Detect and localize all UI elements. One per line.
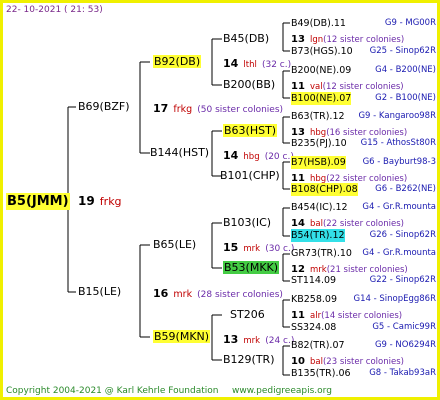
- gen4-sisters: (12 sister colonies): [323, 35, 405, 45]
- footer-copyright: Copyright 2004-2021 @ Karl Kehrle Founda…: [6, 386, 219, 396]
- gen4-species: val: [310, 82, 323, 92]
- root-info: 19 frkg: [78, 193, 122, 209]
- gen3-b45-info: 14 lthl (32 c.): [223, 55, 291, 72]
- gen2-b92-info: 17 frkg (50 sister colonies): [153, 100, 283, 117]
- gen2-b65-sisters: (28 sister colonies): [197, 290, 283, 300]
- gen4-generation: 14: [291, 218, 305, 229]
- gen3-b103-species: mrk: [243, 244, 261, 254]
- gen4-queen-name[interactable]: B49(DB).11: [291, 17, 346, 30]
- gen4-queen-name[interactable]: ST114.09: [291, 274, 336, 287]
- gen2-b65-generation: 16: [153, 287, 169, 300]
- gen4-location[interactable]: G6 - Bayburt98-3: [363, 156, 436, 169]
- gen3-b63-generation: 14: [223, 149, 239, 162]
- gen4-sisters: (12 sister colonies): [322, 82, 404, 92]
- gen3-b103-sisters: (30 c.): [265, 244, 295, 254]
- gen2-b65-species: mrk: [173, 289, 193, 300]
- gen4-species: bal: [310, 357, 323, 367]
- gen4-queen-name[interactable]: B454(IC).12: [291, 201, 348, 214]
- gen4-location[interactable]: G2 - B100(NE): [375, 92, 436, 105]
- gen4-location[interactable]: G22 - Sinop62R: [370, 274, 436, 287]
- gen4-queen-name[interactable]: B108(CHP).08: [291, 183, 358, 196]
- gen4-species: alr: [310, 311, 322, 321]
- gen4-location[interactable]: G9 - NO6294R: [375, 339, 436, 352]
- gen2-b59[interactable]: B59(MKN): [153, 330, 211, 343]
- gen3-b101[interactable]: B101(CHP): [220, 169, 280, 182]
- gen4-species: bal: [310, 219, 323, 229]
- gen2-b65-info: 16 mrk (28 sister colonies): [153, 285, 283, 302]
- gen4-queen-name[interactable]: B135(TR).06: [291, 367, 351, 380]
- gen3-b103[interactable]: B103(IC): [223, 216, 271, 229]
- gen2-b92-sisters: (50 sister colonies): [197, 105, 284, 115]
- gen3-st206-generation: 13: [223, 333, 239, 346]
- gen4-generation: 11: [291, 310, 305, 321]
- root-species: frkg: [99, 195, 122, 208]
- gen4-queen-name[interactable]: B63(TR).12: [291, 110, 345, 123]
- gen4-queen-name[interactable]: B82(TR).07: [291, 339, 345, 352]
- gen4-queen-name[interactable]: B200(NE).09: [291, 64, 351, 77]
- gen4-queen-name[interactable]: B73(HGS).10: [291, 45, 353, 58]
- gen3-b63-species: hbg: [243, 152, 260, 162]
- gen3-b45-species: lthl: [243, 60, 257, 70]
- gen4-queen-name[interactable]: KB258.09: [291, 293, 337, 306]
- gen3-st206-sisters: (24 c.): [265, 336, 295, 346]
- gen4-location[interactable]: G14 - SinopEgg86R: [354, 293, 437, 306]
- gen3-b45-sisters: (32 c.): [261, 60, 292, 70]
- gen4-species: lgn: [310, 35, 324, 45]
- gen4-location[interactable]: G9 - Kangaroo98R: [358, 110, 436, 123]
- gen2-b92-species: frkg: [173, 104, 193, 115]
- gen2-b92-generation: 17: [153, 102, 169, 115]
- gen3-b45[interactable]: B45(DB): [223, 32, 269, 45]
- gen4-location[interactable]: G6 - B262(NE): [375, 183, 436, 196]
- gen4-sisters: (23 sister colonies): [322, 357, 404, 367]
- gen3-b103-generation: 15: [223, 241, 239, 254]
- gen4-generation: 11: [291, 81, 305, 92]
- sire-b15[interactable]: B15(LE): [78, 285, 121, 298]
- gen3-b63-info: 14 hbg (20 c.): [223, 147, 294, 164]
- gen4-generation: 10: [291, 356, 305, 367]
- gen4-queen-name[interactable]: B54(TR).12: [291, 229, 345, 242]
- gen4-queen-name[interactable]: B7(HSB).09: [291, 156, 346, 169]
- gen4-generation: 13: [291, 34, 305, 45]
- gen4-sisters: (14 sister colonies): [321, 311, 403, 321]
- gen4-location[interactable]: G5 - Camic99R: [372, 321, 436, 334]
- gen4-sisters: (22 sister colonies): [322, 219, 404, 229]
- gen3-b63-sisters: (20 c.): [264, 152, 294, 162]
- gen4-location[interactable]: G4 - B200(NE): [375, 64, 436, 77]
- root-generation: 19: [78, 194, 95, 208]
- gen2-b92[interactable]: B92(DB): [153, 55, 202, 68]
- gen4-location[interactable]: G8 - Takab93aR: [369, 367, 436, 380]
- gen4-location[interactable]: G4 - Gr.R.mounta: [362, 247, 436, 260]
- gen3-st206[interactable]: ST206: [230, 308, 265, 321]
- gen3-b53[interactable]: B53(MKK): [223, 261, 280, 274]
- dam-b69[interactable]: B69(BZF): [78, 100, 130, 113]
- gen4-location[interactable]: G26 - Sinop62R: [370, 229, 436, 242]
- footer-url[interactable]: www.pedigreeapis.org: [232, 385, 332, 398]
- gen4-location[interactable]: G9 - MG00R: [385, 17, 436, 30]
- gen3-b103-info: 15 mrk (30 c.): [223, 239, 294, 256]
- gen4-queen-name[interactable]: GR73(TR).10: [291, 247, 352, 260]
- gen2-b65[interactable]: B65(LE): [153, 238, 196, 251]
- root-queen[interactable]: B5(JMM): [6, 193, 70, 210]
- gen4-queen-name[interactable]: SS324.08: [291, 321, 336, 334]
- gen3-b45-generation: 14: [223, 57, 239, 70]
- gen3-st206-info: 13 mrk (24 c.): [223, 331, 294, 348]
- gen4-location[interactable]: G15 - AthosSt80R: [361, 137, 436, 150]
- gen4-queen-name[interactable]: B100(NE).07: [291, 92, 352, 105]
- gen4-queen-name[interactable]: B235(PJ).10: [291, 137, 347, 150]
- report-date: 22- 10-2021 ( 21: 53): [6, 5, 103, 15]
- gen3-b200[interactable]: B200(BB): [223, 78, 275, 91]
- root-name: B5(JMM): [6, 193, 70, 210]
- gen3-st206-species: mrk: [243, 336, 261, 346]
- gen3-b63[interactable]: B63(HST): [223, 124, 278, 137]
- gen3-b129[interactable]: B129(TR): [223, 353, 275, 366]
- gen4-location[interactable]: G25 - Sinop62R: [370, 45, 436, 58]
- gen4-location[interactable]: G4 - Gr.R.mounta: [362, 201, 436, 214]
- gen2-b144[interactable]: B144(HST): [150, 146, 209, 159]
